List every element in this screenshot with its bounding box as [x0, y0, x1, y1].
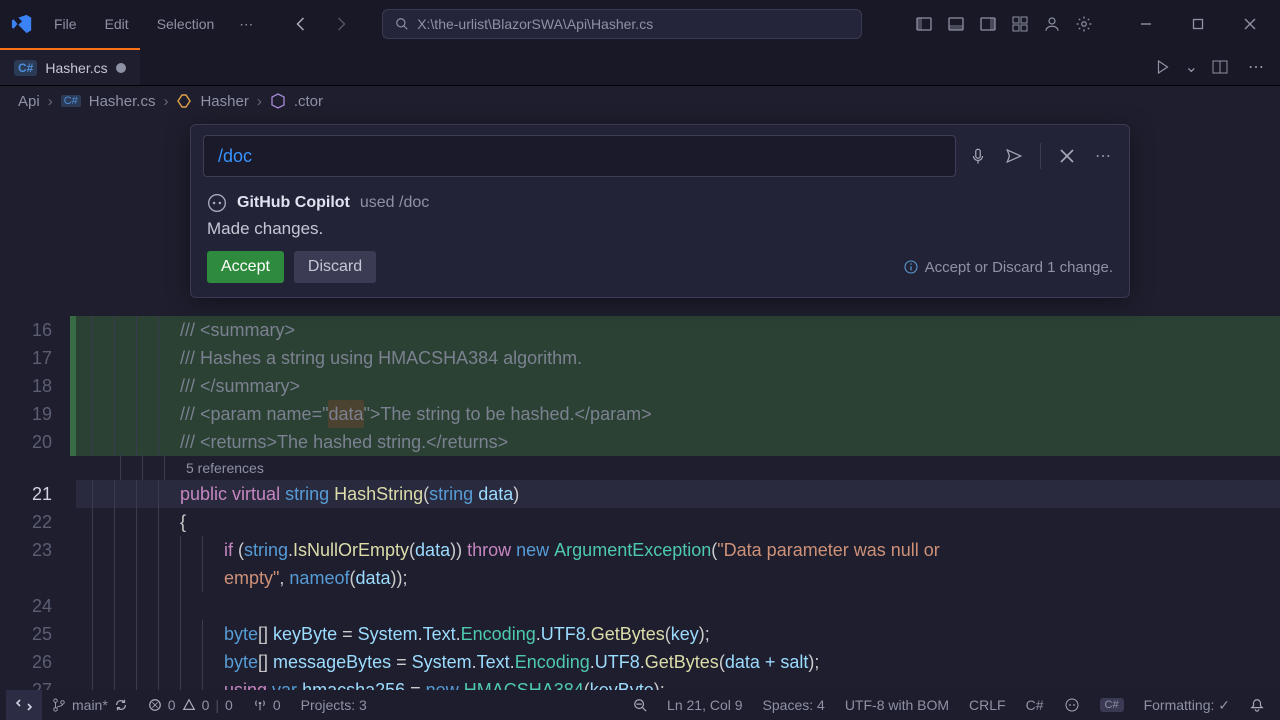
layout-sidebar-right-icon[interactable]: [974, 10, 1002, 38]
line-number: 16: [0, 316, 70, 344]
line-number: 24: [0, 592, 70, 620]
copilot-agent-name: GitHub Copilot: [237, 194, 350, 212]
line-number: 22: [0, 508, 70, 536]
search-icon: [395, 17, 409, 31]
projects-indicator[interactable]: Projects: 3: [291, 690, 377, 720]
chevron-right-icon: ›: [48, 93, 53, 110]
csharp-file-icon: C#: [14, 60, 37, 76]
search-path-text: X:\the-urlist\BlazorSWA\Api\Hasher.cs: [417, 16, 653, 32]
line-number: 26: [0, 648, 70, 676]
more-icon[interactable]: ⋯: [1089, 142, 1117, 170]
close-icon[interactable]: [1053, 142, 1081, 170]
title-bar: File Edit Selection ⋯ X:\the-urlist\Blaz…: [0, 0, 1280, 48]
encoding[interactable]: UTF-8 with BOM: [835, 690, 959, 720]
menu-overflow-icon[interactable]: ⋯: [232, 10, 260, 38]
account-icon[interactable]: [1038, 10, 1066, 38]
customize-layout-icon[interactable]: [1006, 10, 1034, 38]
window-maximize-button[interactable]: [1176, 8, 1220, 40]
window-minimize-button[interactable]: [1124, 8, 1168, 40]
tab-hasher-cs[interactable]: C# Hasher.cs: [0, 48, 140, 85]
settings-gear-icon[interactable]: [1070, 10, 1098, 38]
line-number: 17: [0, 344, 70, 372]
line-number: 23: [0, 536, 70, 564]
git-branch[interactable]: main*: [42, 690, 138, 720]
problems-indicator[interactable]: 0 0 |0: [138, 690, 243, 720]
codelens-references[interactable]: 5 references: [0, 456, 1280, 480]
layout-sidebar-left-icon[interactable]: [910, 10, 938, 38]
chevron-down-icon[interactable]: ⌄: [1185, 57, 1198, 77]
csharp-status-icon[interactable]: C#: [1090, 690, 1134, 720]
status-bar: main* 0 0 |0 0 Projects: 3 Ln 21, Col 9 …: [0, 690, 1280, 720]
run-debug-icon[interactable]: [1149, 53, 1177, 81]
window-close-button[interactable]: [1228, 8, 1272, 40]
line-number: 18: [0, 372, 70, 400]
csharp-file-icon: C#: [61, 95, 81, 107]
more-actions-icon[interactable]: ⋯: [1242, 53, 1270, 81]
sync-icon[interactable]: [114, 698, 128, 712]
breadcrumb-class[interactable]: Hasher: [200, 93, 248, 110]
copilot-change-hint: Accept or Discard 1 change.: [903, 259, 1113, 276]
warning-icon: [182, 698, 196, 712]
ports-indicator[interactable]: 0: [243, 690, 291, 720]
menu-edit[interactable]: Edit: [95, 12, 139, 36]
zoom-out-icon: [633, 698, 647, 712]
accept-button[interactable]: Accept: [207, 251, 284, 283]
menu-selection[interactable]: Selection: [147, 12, 225, 36]
send-icon[interactable]: [1000, 142, 1028, 170]
breadcrumb-folder[interactable]: Api: [18, 93, 40, 110]
copilot-logo-icon: [207, 193, 227, 213]
line-number: 19: [0, 400, 70, 428]
eol[interactable]: CRLF: [959, 690, 1016, 720]
breadcrumb-file[interactable]: Hasher.cs: [89, 93, 156, 110]
mic-icon[interactable]: [964, 142, 992, 170]
zoom-indicator[interactable]: [623, 690, 657, 720]
chevron-right-icon: ›: [257, 93, 262, 110]
command-center-search[interactable]: X:\the-urlist\BlazorSWA\Api\Hasher.cs: [382, 9, 862, 39]
remote-indicator[interactable]: [6, 690, 42, 720]
nav-forward-icon[interactable]: [326, 10, 354, 38]
unsaved-dot-icon: [116, 63, 126, 73]
indentation[interactable]: Spaces: 4: [753, 690, 835, 720]
copilot-response-message: Made changes.: [191, 217, 1129, 251]
breadcrumb-member[interactable]: .ctor: [294, 93, 323, 110]
radio-tower-icon: [253, 698, 267, 712]
language-mode[interactable]: C#: [1016, 690, 1054, 720]
info-icon: [903, 259, 919, 275]
cursor-position[interactable]: Ln 21, Col 9: [657, 690, 753, 720]
class-icon: [176, 93, 192, 109]
menu-file[interactable]: File: [44, 12, 87, 36]
line-number: 25: [0, 620, 70, 648]
line-number: [0, 564, 70, 592]
vscode-logo-icon: [8, 10, 36, 38]
tab-filename: Hasher.cs: [45, 60, 107, 76]
notifications-icon[interactable]: [1240, 690, 1274, 720]
discard-button[interactable]: Discard: [294, 251, 376, 283]
layout-panel-bottom-icon[interactable]: [942, 10, 970, 38]
formatting-status[interactable]: Formatting: ✓: [1134, 690, 1240, 720]
chevron-right-icon: ›: [163, 93, 168, 110]
code-content[interactable]: 16/// <summary> 17/// Hashes a string us…: [0, 316, 1280, 704]
copilot-used-command: used /doc: [360, 194, 429, 212]
line-number: 20: [0, 428, 70, 456]
copilot-status-icon[interactable]: [1054, 690, 1090, 720]
copilot-inline-chat: /doc ⋯ GitHub Copilot used /doc Made cha…: [190, 124, 1130, 298]
editor-area[interactable]: /doc ⋯ GitHub Copilot used /doc Made cha…: [0, 116, 1280, 690]
split-editor-icon[interactable]: [1206, 53, 1234, 81]
method-icon: [270, 93, 286, 109]
copilot-command-input[interactable]: /doc: [203, 135, 956, 177]
editor-tab-row: C# Hasher.cs ⌄ ⋯: [0, 48, 1280, 86]
error-icon: [148, 698, 162, 712]
breadcrumb[interactable]: Api › C# Hasher.cs › Hasher › .ctor: [0, 86, 1280, 116]
line-number: 21: [0, 480, 70, 508]
nav-back-icon[interactable]: [288, 10, 316, 38]
